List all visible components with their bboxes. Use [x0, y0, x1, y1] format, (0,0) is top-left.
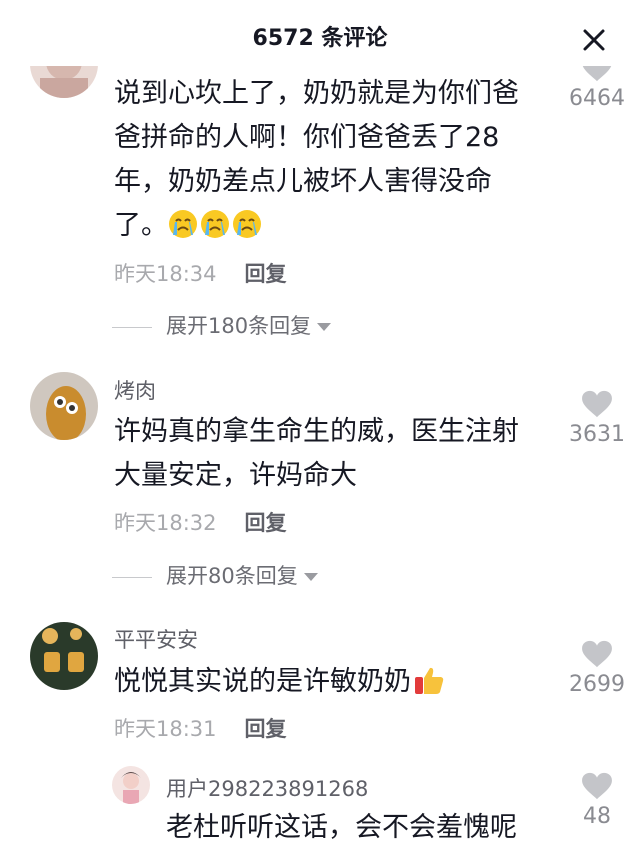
comment-text: 悦悦其实说的是许敏奶奶 [114, 660, 544, 704]
avatar[interactable] [30, 372, 98, 440]
reply-author[interactable]: 用户298223891268 [166, 773, 368, 803]
comment-count-title: 6572 条评论 [252, 26, 388, 51]
divider-line [112, 326, 152, 328]
crying-face-icon [201, 210, 229, 238]
avatar[interactable] [30, 622, 98, 690]
crying-face-icon [233, 210, 261, 238]
crying-face-icon [169, 210, 197, 238]
avatar[interactable] [112, 766, 150, 804]
comment-time: 昨天18:32 [114, 511, 217, 535]
like-button[interactable]: 2699 [566, 640, 628, 697]
heart-icon [582, 390, 612, 418]
chevron-down-icon [303, 573, 318, 581]
close-icon [583, 29, 605, 51]
reply-button[interactable]: 回复 [245, 262, 287, 286]
comment-meta: 昨天18:32 回复 [114, 507, 287, 537]
reply-text: 老杜听听这话，会不会羞愧呢 [166, 812, 517, 843]
like-count: 3631 [569, 422, 625, 447]
comment-time: 昨天18:31 [114, 717, 217, 741]
like-button[interactable]: 3631 [566, 390, 628, 447]
expand-replies-button[interactable]: 展开80条回复 [112, 560, 318, 590]
comments-header: 6572 条评论 [0, 0, 640, 66]
like-count: 6464 [569, 86, 625, 111]
like-count: 48 [583, 804, 611, 829]
chevron-down-icon [317, 323, 332, 331]
like-count: 2699 [569, 672, 625, 697]
divider-line [112, 576, 152, 578]
comment-text: 说到心坎上了，奶奶就是为你们爸 爸拼命的人啊！你们爸爸丢了28 年，奶奶差点儿被… [114, 78, 519, 241]
close-button[interactable] [578, 24, 610, 56]
comment-meta: 昨天18:34 回复 [114, 258, 287, 288]
reply-button[interactable]: 回复 [245, 717, 287, 741]
reply-button[interactable]: 回复 [245, 511, 287, 535]
heart-icon [582, 772, 612, 800]
crying-emoji-group [168, 210, 264, 241]
thumbs-up-icon [415, 667, 444, 694]
like-button[interactable]: 48 [566, 772, 628, 829]
heart-icon [582, 640, 612, 668]
comment-meta: 昨天18:31 回复 [114, 713, 287, 743]
comment-author[interactable]: 平平安安 [114, 624, 198, 654]
comment-author[interactable]: 烤肉 [114, 375, 156, 405]
comment-time: 昨天18:34 [114, 262, 217, 286]
expand-replies-button[interactable]: 展开180条回复 [112, 310, 332, 340]
comment-text: 许妈真的拿生命生的威，医生注射 大量安定，许妈命大 [114, 416, 519, 491]
